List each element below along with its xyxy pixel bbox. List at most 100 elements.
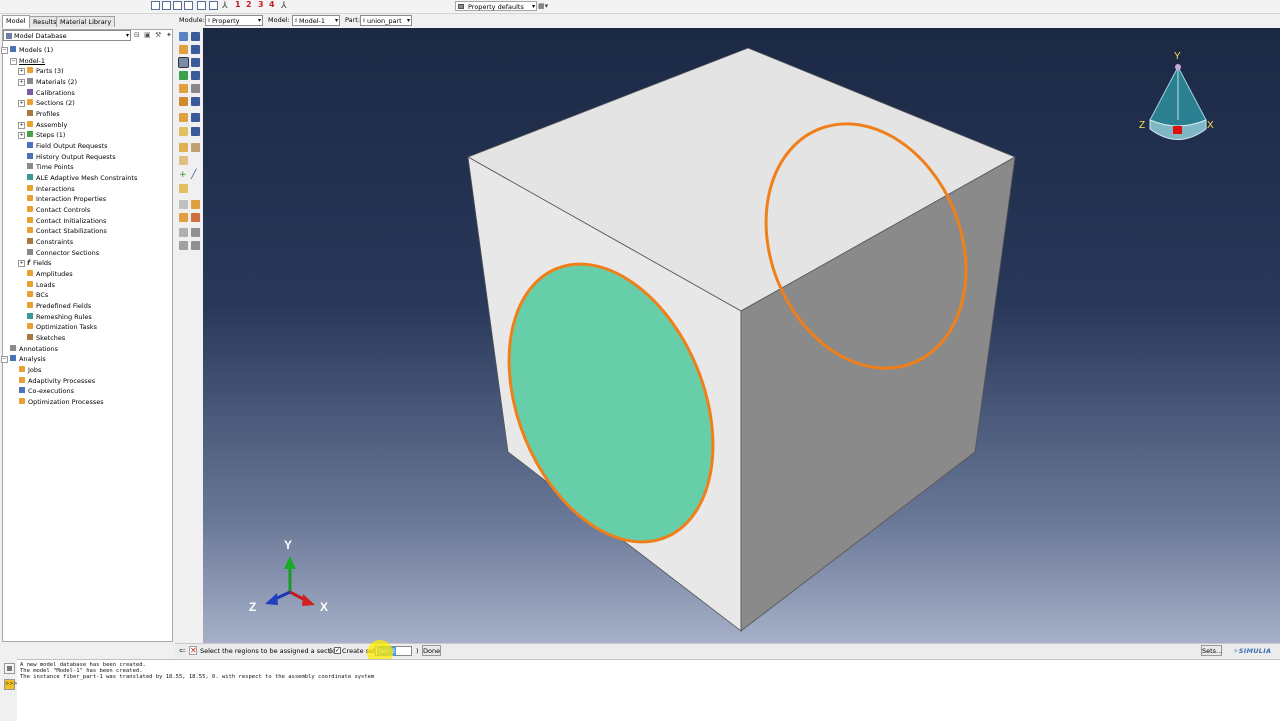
tree-node-sketches[interactable]: Sketches bbox=[27, 333, 65, 343]
tree-node-assembly[interactable]: + Assembly bbox=[18, 120, 67, 130]
collapse-icon[interactable]: − bbox=[10, 58, 17, 65]
partition-edge-icon[interactable] bbox=[179, 200, 188, 209]
rebar-manager-icon[interactable] bbox=[191, 143, 200, 152]
model-select[interactable]: ⇕ Model-1 ▾ bbox=[292, 15, 340, 26]
part-canvas[interactable]: Y Z X Y X Z bbox=[203, 28, 1280, 643]
beam-orientation-icon[interactable] bbox=[191, 84, 200, 93]
tree-node-jobs[interactable]: Jobs bbox=[19, 365, 41, 375]
tree-node-parts[interactable]: + Parts (3) bbox=[18, 66, 64, 76]
tree-node-bcs[interactable]: BCs bbox=[27, 290, 48, 300]
tree-node-model-1[interactable]: − Model-1 bbox=[10, 56, 45, 66]
lightbulb-icon[interactable]: ✦ bbox=[166, 31, 172, 39]
expand-icon[interactable]: + bbox=[18, 260, 25, 267]
query-icon[interactable] bbox=[179, 228, 188, 237]
user-view-3-button[interactable]: 3 bbox=[258, 0, 264, 9]
create-material-icon[interactable] bbox=[179, 32, 188, 41]
tree-node-contact-stabilizations[interactable]: Contact Stabilizations bbox=[27, 226, 107, 236]
property-defaults-select[interactable]: Property defaults ▾ bbox=[455, 1, 537, 11]
orientation-manager-icon[interactable] bbox=[191, 113, 200, 122]
view-top-icon[interactable] bbox=[173, 1, 182, 10]
tree-node-optimization-processes[interactable]: Optimization Processes bbox=[19, 397, 104, 407]
special-skin-icon[interactable] bbox=[179, 127, 188, 136]
material-manager-icon[interactable] bbox=[191, 32, 200, 41]
tree-node-optimization-tasks[interactable]: Optimization Tasks bbox=[27, 322, 97, 332]
section-manager-icon[interactable] bbox=[191, 45, 200, 54]
assign-section-icon[interactable] bbox=[178, 57, 189, 68]
tree-node-calibrations[interactable]: Calibrations bbox=[27, 88, 75, 98]
model-viewport[interactable]: Y Z X Y X Z bbox=[203, 28, 1280, 643]
tree-node-steps[interactable]: + Steps (1) bbox=[18, 130, 65, 140]
axis-view-icon[interactable]: ⅄ bbox=[281, 1, 287, 11]
user-view-1-button[interactable]: 1 bbox=[235, 0, 241, 9]
tree-node-annotations[interactable]: Annotations bbox=[10, 344, 58, 354]
assign-rebar-icon[interactable] bbox=[179, 143, 188, 152]
tree-node-field-output-requests[interactable]: Field Output Requests bbox=[27, 141, 108, 151]
python-command-icon[interactable]: >>> bbox=[4, 679, 18, 690]
create-section-icon[interactable] bbox=[179, 45, 188, 54]
tree-node-materials[interactable]: + Materials (2) bbox=[18, 77, 77, 87]
create-profile-icon[interactable] bbox=[179, 71, 188, 80]
view-right-icon[interactable] bbox=[209, 1, 218, 10]
tree-node-contact-controls[interactable]: Contact Controls bbox=[27, 205, 90, 215]
sets-button[interactable]: Sets... bbox=[1201, 645, 1222, 656]
expand-icon[interactable]: + bbox=[18, 100, 25, 107]
tree-node-adaptivity-processes[interactable]: Adaptivity Processes bbox=[19, 376, 95, 386]
stringer-icon[interactable] bbox=[179, 156, 188, 165]
tree-node-time-points[interactable]: Time Points bbox=[27, 162, 74, 172]
create-datum-point-icon[interactable]: + bbox=[179, 171, 188, 180]
partition-cell-icon[interactable] bbox=[179, 213, 188, 222]
assign-beam-orientation-icon[interactable] bbox=[179, 84, 188, 93]
tree-node-remeshing-rules[interactable]: Remeshing Rules bbox=[27, 312, 92, 322]
tab-material-library[interactable]: Material Library bbox=[56, 16, 116, 27]
filter-icon[interactable]: ⊟ bbox=[134, 31, 140, 39]
tree-node-contact-initializations[interactable]: Contact Initializations bbox=[27, 216, 106, 226]
tool-icon[interactable]: ⚒ bbox=[155, 31, 161, 39]
iso-view-icon[interactable]: ⅄ bbox=[222, 1, 228, 11]
view-cube[interactable]: Y Z X bbox=[1139, 51, 1214, 140]
tree-node-interaction-properties[interactable]: Interaction Properties bbox=[27, 194, 106, 204]
tree-node-analysis[interactable]: − Analysis bbox=[1, 354, 46, 364]
partition-face-icon[interactable] bbox=[191, 200, 200, 209]
part-select[interactable]: ⇕ union_part ▾ bbox=[360, 15, 412, 26]
assign-material-orientation-icon[interactable] bbox=[179, 113, 188, 122]
create-datum-plane-icon[interactable] bbox=[179, 184, 188, 193]
cancel-icon[interactable]: ✕ bbox=[189, 646, 197, 655]
create-set-checkbox[interactable]: ✓ bbox=[334, 647, 341, 654]
tree-node-sections[interactable]: + Sections (2) bbox=[18, 98, 75, 108]
expand-icon[interactable]: ▣ bbox=[144, 31, 151, 39]
expand-icon[interactable]: + bbox=[18, 122, 25, 129]
collapse-icon[interactable]: − bbox=[1, 356, 8, 363]
back-arrow-icon[interactable]: ⇐ bbox=[179, 646, 186, 655]
tree-node-history-output-requests[interactable]: History Output Requests bbox=[27, 152, 116, 162]
tree-node-connector-sections[interactable]: Connector Sections bbox=[27, 248, 99, 258]
model-database-select[interactable]: Model Database ▾ bbox=[3, 30, 131, 41]
tree-node-constraints[interactable]: Constraints bbox=[27, 237, 73, 247]
expand-icon[interactable]: + bbox=[18, 132, 25, 139]
csys-icon[interactable] bbox=[191, 228, 200, 237]
tab-model[interactable]: Model bbox=[2, 15, 30, 28]
color-code-menu-icon[interactable]: ▦▾ bbox=[538, 1, 552, 11]
user-view-2-button[interactable]: 2 bbox=[246, 0, 252, 9]
profile-manager-icon[interactable] bbox=[191, 71, 200, 80]
section-assignment-manager-icon[interactable] bbox=[191, 58, 200, 67]
message-area-icon[interactable] bbox=[4, 663, 15, 674]
done-button[interactable]: Done bbox=[422, 645, 441, 656]
tree-node-models[interactable]: − Models (1) bbox=[1, 45, 53, 55]
create-datum-axis-icon[interactable]: ╱ bbox=[191, 171, 200, 180]
repair-icon[interactable] bbox=[191, 213, 200, 222]
tree-node-predefined-fields[interactable]: Predefined Fields bbox=[27, 301, 91, 311]
tree-node-ale-adaptive-mesh-constraints[interactable]: ALE Adaptive Mesh Constraints bbox=[27, 173, 137, 183]
tree-node-interactions[interactable]: Interactions bbox=[27, 184, 75, 194]
skin-manager-icon[interactable] bbox=[191, 127, 200, 136]
module-select[interactable]: ⇕ Property ▾ bbox=[205, 15, 263, 26]
tree-node-amplitudes[interactable]: Amplitudes bbox=[27, 269, 73, 279]
edit-feature-icon[interactable] bbox=[179, 241, 188, 250]
create-composite-layup-icon[interactable] bbox=[179, 97, 188, 106]
view-front-icon[interactable] bbox=[151, 1, 160, 10]
tree-node-loads[interactable]: Loads bbox=[27, 280, 55, 290]
collapse-icon[interactable]: − bbox=[1, 47, 8, 54]
tree-node-fields[interactable]: + f Fields bbox=[18, 258, 51, 268]
tree-node-profiles[interactable]: Profiles bbox=[27, 109, 60, 119]
tree-node-co-executions[interactable]: Co-executions bbox=[19, 386, 74, 396]
view-back-icon[interactable] bbox=[162, 1, 171, 10]
